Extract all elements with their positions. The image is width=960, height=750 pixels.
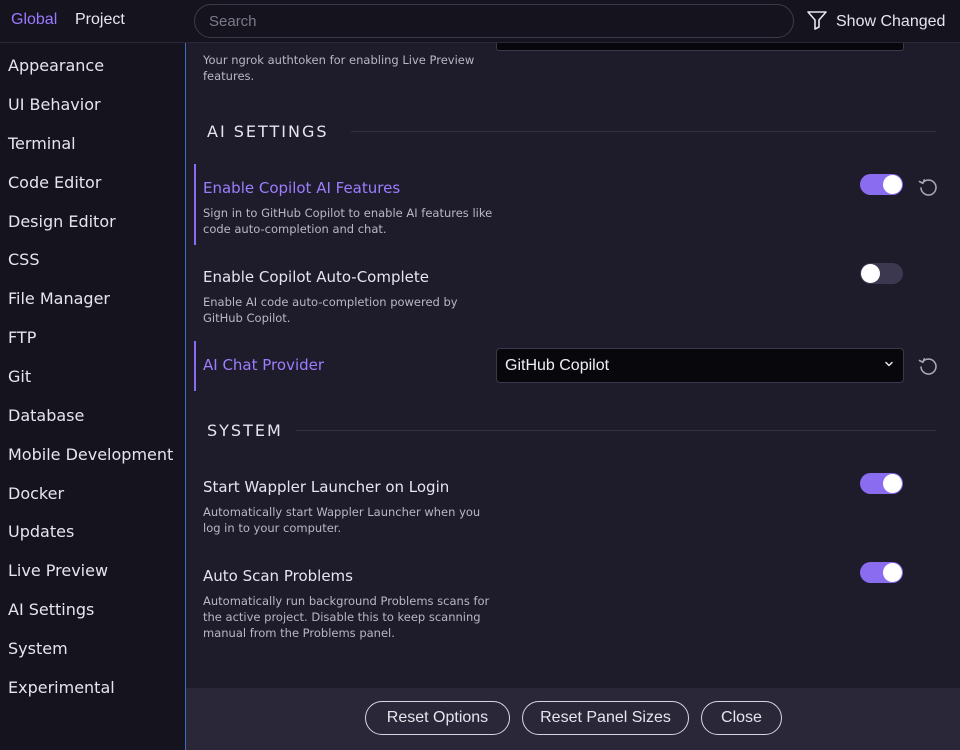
- show-changed-label: Show Changed: [836, 13, 946, 30]
- search-input[interactable]: [194, 4, 794, 38]
- active-indicator: [194, 164, 196, 245]
- settings-content: Your ngrok authtoken for enabling Live P…: [185, 43, 960, 688]
- toggle-knob: [883, 563, 902, 582]
- dialog-footer: Reset Options Reset Panel Sizes Close: [185, 688, 960, 750]
- show-changed-filter[interactable]: Show Changed: [806, 8, 945, 36]
- copilot-features-title: Enable Copilot AI Features: [203, 179, 401, 197]
- section-divider: [296, 430, 936, 431]
- sidebar-item-design-editor[interactable]: Design Editor: [8, 212, 116, 231]
- sidebar-item-code-editor[interactable]: Code Editor: [8, 173, 101, 192]
- reset-panel-sizes-button[interactable]: Reset Panel Sizes: [522, 701, 689, 735]
- toggle-knob: [883, 175, 902, 194]
- reset-icon[interactable]: [917, 176, 939, 198]
- launcher-login-description: Automatically start Wappler Launcher whe…: [203, 505, 481, 535]
- ai-settings-section-title: AI SETTINGS: [207, 122, 329, 141]
- reset-options-button[interactable]: Reset Options: [365, 701, 510, 735]
- chevron-down-icon: [883, 357, 895, 375]
- sidebar-item-live-preview[interactable]: Live Preview: [8, 561, 108, 580]
- sidebar-item-file-manager[interactable]: File Manager: [8, 289, 110, 308]
- toggle-knob: [861, 264, 880, 283]
- copilot-features-description: Sign in to GitHub Copilot to enable AI f…: [203, 206, 493, 236]
- copilot-autocomplete-description: Enable AI code auto-completion powered b…: [203, 295, 458, 325]
- auto-scan-problems-description: Automatically run background Problems sc…: [203, 594, 490, 640]
- sidebar-item-ai-settings[interactable]: AI Settings: [8, 600, 94, 619]
- filter-icon: [806, 9, 828, 36]
- copilot-autocomplete-toggle[interactable]: [860, 263, 903, 284]
- sidebar-item-terminal[interactable]: Terminal: [8, 134, 76, 153]
- launcher-login-toggle[interactable]: [860, 473, 903, 494]
- section-divider: [351, 131, 936, 132]
- active-indicator: [194, 341, 196, 391]
- ai-chat-provider-select[interactable]: GitHub Copilot: [496, 348, 904, 383]
- sidebar-item-appearance[interactable]: Appearance: [8, 56, 104, 75]
- sidebar-item-docker[interactable]: Docker: [8, 484, 64, 503]
- sidebar-item-css[interactable]: CSS: [8, 250, 39, 269]
- sidebar-item-updates[interactable]: Updates: [8, 522, 74, 541]
- copilot-features-toggle[interactable]: [860, 174, 903, 195]
- settings-sidebar: Appearance UI Behavior Terminal Code Edi…: [0, 43, 185, 750]
- sidebar-item-database[interactable]: Database: [8, 406, 84, 425]
- launcher-login-title: Start Wappler Launcher on Login: [203, 478, 450, 496]
- ai-chat-provider-value: GitHub Copilot: [505, 356, 610, 374]
- top-bar: Global Project Show Changed: [0, 0, 960, 43]
- sidebar-item-ftp[interactable]: FTP: [8, 328, 36, 347]
- copilot-autocomplete-title: Enable Copilot Auto-Complete: [203, 268, 430, 286]
- ngrok-description: Your ngrok authtoken for enabling Live P…: [203, 53, 475, 83]
- reset-icon[interactable]: [917, 355, 939, 377]
- sidebar-item-git[interactable]: Git: [8, 367, 31, 386]
- sidebar-item-experimental[interactable]: Experimental: [8, 678, 115, 697]
- system-section-title: SYSTEM: [207, 421, 283, 440]
- sidebar-item-ui-behavior[interactable]: UI Behavior: [8, 95, 101, 114]
- ai-chat-provider-title: AI Chat Provider: [203, 356, 325, 374]
- sidebar-item-mobile-development[interactable]: Mobile Development: [8, 445, 173, 464]
- sidebar-item-system[interactable]: System: [8, 639, 68, 658]
- toggle-knob: [883, 474, 902, 493]
- ngrok-token-input[interactable]: [496, 43, 904, 51]
- auto-scan-problems-toggle[interactable]: [860, 562, 903, 583]
- tab-global[interactable]: Global: [11, 11, 57, 29]
- auto-scan-problems-title: Auto Scan Problems: [203, 567, 353, 585]
- close-button[interactable]: Close: [701, 701, 782, 735]
- tab-project[interactable]: Project: [75, 11, 125, 29]
